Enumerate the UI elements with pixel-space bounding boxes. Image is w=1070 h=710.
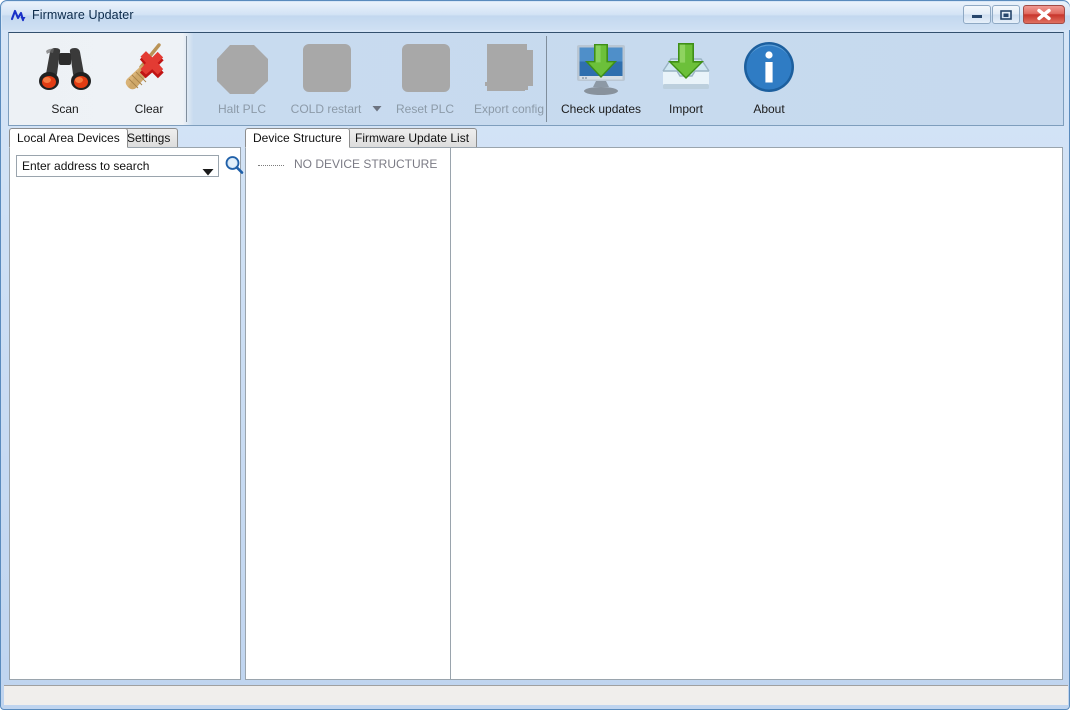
close-button[interactable] bbox=[1023, 5, 1065, 24]
octagon-stop-icon bbox=[211, 39, 273, 97]
document-export-icon bbox=[478, 39, 540, 97]
chevron-down-icon[interactable] bbox=[202, 163, 214, 176]
toolbar-button-export-config[interactable]: Export config bbox=[469, 37, 549, 121]
tab-device-structure[interactable]: Device Structure bbox=[245, 128, 350, 148]
toolbar-button-check-updates[interactable]: Check updates bbox=[561, 37, 641, 121]
main-toolbar: Scan Clear Halt PLC COLD restart Reset P… bbox=[8, 32, 1064, 126]
toolbar-label: Export config bbox=[473, 102, 545, 116]
toolbar-label: COLD restart bbox=[290, 102, 362, 116]
toolbar-label: Scan bbox=[51, 102, 79, 116]
tree-root-item[interactable]: NO DEVICE STRUCTURE bbox=[254, 157, 444, 173]
content-area: Local Area Devices Settings Enter addres… bbox=[4, 128, 1068, 684]
magnifier-icon bbox=[224, 156, 244, 179]
window-title: Firmware Updater bbox=[32, 8, 134, 22]
rounded-square-icon bbox=[295, 39, 357, 97]
toolbar-label: About bbox=[753, 102, 785, 116]
search-input-value: Enter address to search bbox=[22, 159, 150, 173]
local-area-devices-panel: Enter address to search bbox=[9, 147, 244, 680]
toolbar-separator bbox=[546, 36, 547, 122]
search-button[interactable] bbox=[224, 155, 244, 175]
tab-settings[interactable]: Settings bbox=[119, 128, 179, 148]
right-tabstrip: Device Structure Firmware Update List bbox=[245, 128, 545, 148]
tab-label: Firmware Update List bbox=[355, 131, 470, 145]
maximize-button[interactable] bbox=[992, 5, 1020, 24]
tab-label: Device Structure bbox=[253, 131, 342, 145]
tab-label: Local Area Devices bbox=[17, 131, 120, 145]
toolbar-label: Halt PLC bbox=[217, 102, 267, 116]
tab-local-area-devices[interactable]: Local Area Devices bbox=[9, 128, 128, 148]
toolbar-button-reset-plc[interactable]: Reset PLC bbox=[385, 37, 465, 121]
info-circle-icon bbox=[738, 39, 800, 97]
tree-connector-icon bbox=[258, 165, 284, 167]
toolbar-label: Reset PLC bbox=[395, 102, 455, 116]
tree-root-label: NO DEVICE STRUCTURE bbox=[294, 157, 438, 171]
device-tree-panel[interactable]: NO DEVICE STRUCTURE bbox=[245, 147, 451, 680]
toolbar-button-clear[interactable]: Clear bbox=[109, 37, 189, 121]
toolbar-label: Check updates bbox=[561, 102, 642, 116]
binoculars-icon bbox=[34, 39, 96, 97]
title-bar: Firmware Updater bbox=[2, 2, 1070, 30]
waveform-icon bbox=[10, 7, 28, 25]
rounded-square-icon bbox=[394, 39, 456, 97]
toolbar-label: Clear bbox=[134, 102, 164, 116]
search-input[interactable]: Enter address to search bbox=[16, 155, 219, 177]
minimize-button[interactable] bbox=[963, 5, 991, 24]
tab-label: Settings bbox=[127, 131, 171, 145]
chevron-down-icon[interactable] bbox=[370, 101, 384, 115]
broom-delete-icon bbox=[118, 39, 180, 97]
status-bar bbox=[4, 685, 1068, 705]
tab-firmware-update-list[interactable]: Firmware Update List bbox=[347, 128, 478, 148]
monitor-download-icon bbox=[570, 39, 632, 97]
toolbar-button-scan[interactable]: Scan bbox=[25, 37, 105, 121]
toolbar-label: Import bbox=[668, 102, 703, 116]
inbox-download-icon bbox=[655, 39, 717, 97]
left-tabstrip: Local Area Devices Settings bbox=[9, 128, 241, 148]
toolbar-button-halt-plc[interactable]: Halt PLC bbox=[202, 37, 282, 121]
toolbar-button-import[interactable]: Import bbox=[646, 37, 726, 121]
application-window: Firmware Updater Scan Clear Halt PLC COL… bbox=[0, 0, 1070, 710]
toolbar-separator bbox=[186, 36, 187, 122]
toolbar-button-about[interactable]: About bbox=[729, 37, 809, 121]
toolbar-button-cold-restart[interactable]: COLD restart bbox=[286, 37, 366, 121]
